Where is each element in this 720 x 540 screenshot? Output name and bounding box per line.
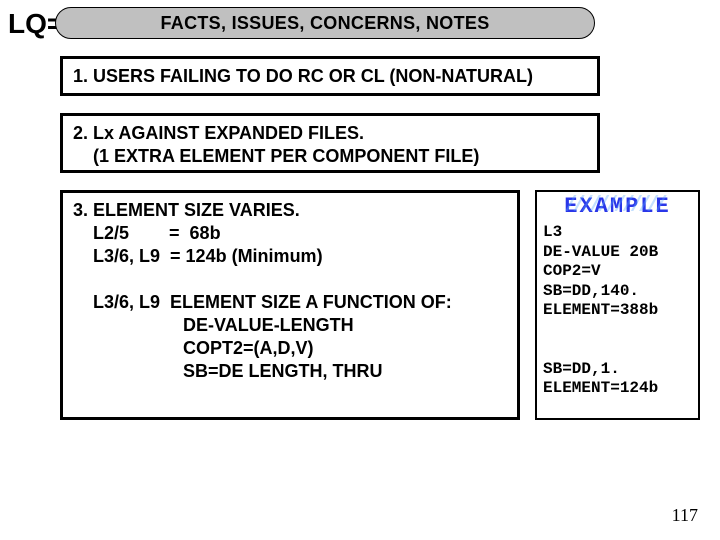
note-2-text: 2. Lx AGAINST EXPANDED FILES. (1 EXTRA E… — [73, 122, 587, 168]
header-title: FACTS, ISSUES, CONCERNS, NOTES — [160, 13, 489, 34]
example-title: EXAMPLE — [564, 194, 670, 219]
note-box-1: 1. USERS FAILING TO DO RC OR CL (NON-NAT… — [60, 56, 600, 96]
note-3-text: 3. ELEMENT SIZE VARIES. L2/5 = 68b L3/6,… — [73, 199, 507, 383]
example-body: L3 DE-VALUE 20B COP2=V SB=DD,140. ELEMEN… — [543, 223, 692, 399]
page-number: 117 — [672, 505, 698, 526]
note-box-3: 3. ELEMENT SIZE VARIES. L2/5 = 68b L3/6,… — [60, 190, 520, 420]
header-pill: FACTS, ISSUES, CONCERNS, NOTES — [55, 7, 595, 39]
example-panel: EXAMPLE L3 DE-VALUE 20B COP2=V SB=DD,140… — [535, 190, 700, 420]
note-box-2: 2. Lx AGAINST EXPANDED FILES. (1 EXTRA E… — [60, 113, 600, 173]
note-1-text: 1. USERS FAILING TO DO RC OR CL (NON-NAT… — [73, 65, 533, 88]
